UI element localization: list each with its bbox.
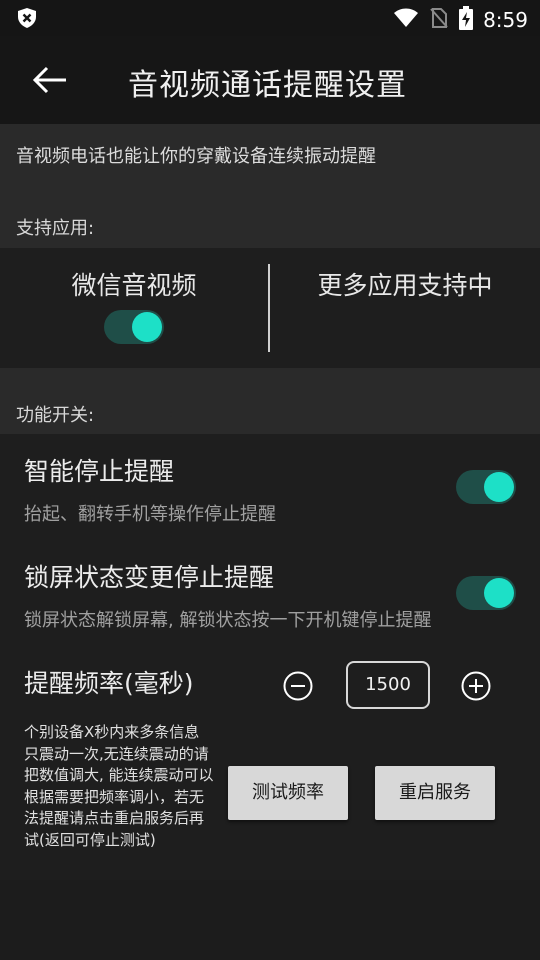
frequency-label: 提醒频率(毫秒) — [24, 669, 194, 698]
status-bar: 8:59 — [0, 0, 540, 36]
lock-screen-stop-subtitle: 锁屏状态解锁屏幕, 解锁状态按一下开机键停止提醒 — [24, 610, 432, 631]
shield-x-icon — [16, 7, 38, 29]
description-text: 音视频电话也能让你的穿戴设备连续振动提醒 — [16, 146, 376, 167]
supported-apps: 微信音视频 更多应用支持中 — [0, 248, 540, 368]
toggle-thumb — [132, 312, 162, 342]
description-section: 音视频电话也能让你的穿戴设备连续振动提醒 — [0, 124, 540, 192]
smart-stop-toggle[interactable] — [456, 470, 516, 504]
settings-section: 智能停止提醒 抬起、翻转手机等操作停止提醒 锁屏状态变更停止提醒 锁屏状态解锁屏… — [0, 434, 540, 880]
support-section-label: 支持应用: — [16, 218, 95, 239]
more-apps-label: 更多应用支持中 — [317, 271, 493, 300]
smart-stop-subtitle: 抬起、翻转手机等操作停止提醒 — [24, 504, 276, 525]
function-section-label: 功能开关: — [16, 405, 95, 426]
smart-stop-title: 智能停止提醒 — [24, 457, 175, 486]
test-frequency-button[interactable]: 测试频率 — [228, 766, 348, 820]
plus-circle-icon[interactable] — [461, 671, 491, 701]
minus-circle-icon[interactable] — [283, 671, 313, 701]
wechat-av-label: 微信音视频 — [71, 271, 197, 300]
battery-charging-icon — [459, 6, 474, 34]
app-bar: 音视频通话提醒设置 — [0, 36, 540, 124]
lock-screen-stop-title: 锁屏状态变更停止提醒 — [24, 563, 275, 592]
frequency-note: 个别设备X秒内来多条信息只震动一次,无连续震动的请把数值调大, 能连续震动可以根… — [24, 723, 214, 849]
restart-service-button[interactable]: 重启服务 — [375, 766, 495, 820]
support-section-header: 支持应用: — [0, 192, 540, 248]
function-section-header: 功能开关: — [0, 368, 540, 434]
wechat-av-toggle[interactable] — [104, 310, 164, 344]
page-title: 音视频通话提醒设置 — [128, 68, 407, 103]
wifi-icon — [393, 8, 419, 32]
status-time: 8:59 — [483, 8, 528, 32]
no-sim-icon — [429, 7, 449, 33]
toggle-thumb — [484, 472, 514, 502]
frequency-input[interactable]: 1500 — [346, 661, 430, 709]
toggle-thumb — [484, 578, 514, 608]
lock-screen-stop-toggle[interactable] — [456, 576, 516, 610]
arrow-left-icon[interactable] — [30, 62, 70, 98]
